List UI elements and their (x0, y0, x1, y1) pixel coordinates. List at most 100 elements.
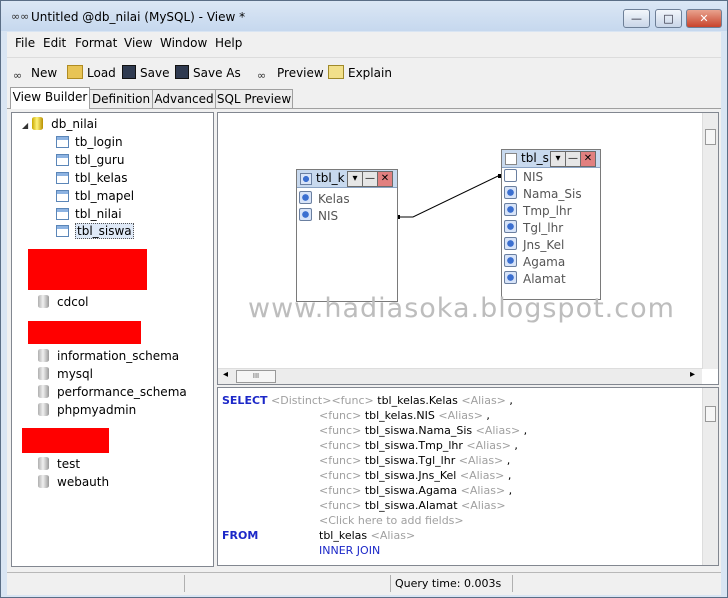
menu-view[interactable]: View (124, 36, 152, 50)
menu-help[interactable]: Help (215, 36, 242, 50)
collapse-icon[interactable]: ◢ (22, 121, 28, 130)
field-row[interactable]: Nama_Sis (504, 186, 582, 202)
sql-field[interactable]: tbl_siswa.Tgl_lhr (365, 454, 455, 467)
sql-placeholder[interactable]: <func> (319, 409, 361, 422)
sql-field[interactable]: tbl_kelas.Kelas (377, 394, 458, 407)
redaction-block (28, 321, 141, 344)
tree-database-item[interactable]: mysql (38, 366, 93, 382)
menu-window[interactable]: Window (160, 36, 207, 50)
table-card-kelas[interactable]: tbl_k ▾ — ✕ Kelas NIS (296, 169, 398, 302)
load-button[interactable]: Load (67, 64, 116, 82)
tree-database-item[interactable]: performance_schema (38, 384, 187, 400)
sql-field[interactable]: tbl_siswa.Tmp_lhr (365, 439, 463, 452)
sql-add-fields[interactable]: <Click here to add fields> (319, 513, 464, 528)
sql-placeholder[interactable]: <Alias> (438, 409, 483, 422)
sql-field[interactable]: tbl_siswa.Alamat (365, 499, 458, 512)
diagram-hscrollbar[interactable]: ◂ III ▸ (218, 368, 702, 384)
sql-field[interactable]: tbl_siswa.Nama_Sis (365, 424, 472, 437)
sql-placeholder[interactable]: <Alias> (461, 499, 506, 512)
scroll-left-icon[interactable]: ◂ (223, 369, 228, 380)
sql-editor[interactable]: SELECT <Distinct><func> tbl_kelas.Kelas … (217, 387, 719, 566)
tree-db-nilai[interactable]: ◢ db_nilai (22, 116, 97, 132)
menu-file[interactable]: File (15, 36, 35, 50)
sql-placeholder[interactable]: <func> (319, 469, 361, 482)
sql-placeholder[interactable]: <Alias> (461, 484, 506, 497)
tree-table-item[interactable]: tbl_guru (56, 152, 124, 168)
new-button[interactable]: ∞ New (13, 64, 57, 82)
sql-placeholder[interactable]: <Alias> (460, 469, 505, 482)
field-row[interactable]: Tmp_lhr (504, 203, 572, 219)
sql-field[interactable]: tbl_siswa.Agama (365, 484, 457, 497)
field-row[interactable]: Agama (504, 254, 565, 270)
sql-field[interactable]: tbl_kelas.NIS (365, 409, 435, 422)
maximize-button[interactable]: □ (655, 9, 682, 28)
dropdown-icon[interactable]: ▾ (347, 171, 363, 187)
save-button[interactable]: Save (122, 64, 169, 82)
sql-placeholder[interactable]: <Alias> (459, 454, 504, 467)
menu-edit[interactable]: Edit (43, 36, 66, 50)
sql-table[interactable]: tbl_kelas (319, 529, 367, 542)
minimize-button[interactable]: — (623, 9, 650, 28)
tab-definition[interactable]: Definition (89, 89, 153, 109)
table-card-siswa[interactable]: tbl_s ▾ — ✕ NIS Nama_Sis Tmp_lhr Tgl_lhr… (501, 149, 601, 300)
preview-button[interactable]: ∞ Preview (257, 64, 324, 82)
dropdown-icon[interactable]: ▾ (550, 151, 566, 167)
tab-sql-preview[interactable]: SQL Preview (215, 89, 293, 109)
sql-placeholder[interactable]: <Alias> (476, 424, 521, 437)
status-bar: Query time: 0.003s (7, 572, 721, 595)
explain-button[interactable]: Explain (328, 64, 392, 82)
close-icon[interactable]: ✕ (377, 171, 393, 187)
sql-vscrollbar[interactable] (702, 388, 718, 565)
save-as-button[interactable]: Save As (175, 64, 241, 82)
tab-view-builder[interactable]: View Builder (10, 87, 90, 109)
field-label: Agama (523, 255, 566, 269)
tree-database-item[interactable]: phpmyadmin (38, 402, 136, 418)
title-bar[interactable]: ∞∞ Untitled @db_nilai (MySQL) - View * —… (1, 1, 727, 31)
tree-table-item[interactable]: tb_login (56, 134, 123, 150)
tree-table-item[interactable]: tbl_kelas (56, 170, 128, 186)
diagram-vscrollbar[interactable] (702, 113, 718, 369)
tab-advanced[interactable]: Advanced (152, 89, 216, 109)
tree-database-item[interactable]: test (38, 456, 80, 472)
tree-database-item[interactable]: webauth (38, 474, 109, 490)
diagram-canvas[interactable]: tbl_k ▾ — ✕ Kelas NIS tbl_s ▾ — ✕ NIS Na… (217, 112, 719, 385)
field-row[interactable]: Jns_Kel (504, 237, 564, 253)
sql-placeholder[interactable]: <func> (319, 499, 361, 512)
menu-format[interactable]: Format (75, 36, 117, 50)
scroll-thumb[interactable]: III (236, 370, 276, 383)
tree-database-item[interactable]: information_schema (38, 348, 179, 364)
sql-placeholder[interactable]: <Distinct> (271, 394, 331, 407)
sql-placeholder[interactable]: <func> (319, 424, 361, 437)
sql-join[interactable]: INNER JOIN (319, 543, 380, 558)
sql-placeholder[interactable]: <Alias> (371, 529, 416, 542)
field-row[interactable]: Kelas (299, 191, 350, 207)
sql-placeholder[interactable]: <func> (319, 454, 361, 467)
toolbar: ∞ New Load Save Save As ∞ Preview Explain (7, 57, 721, 86)
table-menu-icon[interactable] (300, 173, 312, 185)
query-time: Query time: 0.003s (390, 575, 511, 592)
minimize-icon[interactable]: — (362, 171, 378, 187)
field-row[interactable]: Tgl_lhr (504, 220, 563, 236)
table-card-header[interactable]: tbl_k ▾ — ✕ (297, 170, 397, 188)
scroll-thumb[interactable] (705, 406, 716, 422)
close-button[interactable]: ✕ (686, 9, 722, 28)
close-icon[interactable]: ✕ (580, 151, 596, 167)
sql-placeholder[interactable]: <Alias> (466, 439, 511, 452)
tree-table-item-selected[interactable]: tbl_siswa (56, 223, 134, 239)
minimize-icon[interactable]: — (565, 151, 581, 167)
sql-placeholder[interactable]: <Alias> (461, 394, 506, 407)
table-card-header[interactable]: tbl_s ▾ — ✕ (502, 150, 600, 168)
tree-table-item[interactable]: tbl_mapel (56, 188, 134, 204)
sql-field[interactable]: tbl_siswa.Jns_Kel (365, 469, 457, 482)
table-checkbox-icon[interactable] (505, 153, 517, 165)
scroll-thumb[interactable] (705, 129, 716, 145)
field-row[interactable]: NIS (504, 169, 543, 185)
tree-table-item[interactable]: tbl_nilai (56, 206, 122, 222)
field-row[interactable]: Alamat (504, 271, 566, 287)
field-row[interactable]: NIS (299, 208, 338, 224)
sql-placeholder[interactable]: <func> (331, 394, 373, 407)
sql-placeholder[interactable]: <func> (319, 439, 361, 452)
scroll-right-icon[interactable]: ▸ (690, 369, 695, 380)
tree-database-item[interactable]: cdcol (38, 294, 89, 310)
sql-placeholder[interactable]: <func> (319, 484, 361, 497)
